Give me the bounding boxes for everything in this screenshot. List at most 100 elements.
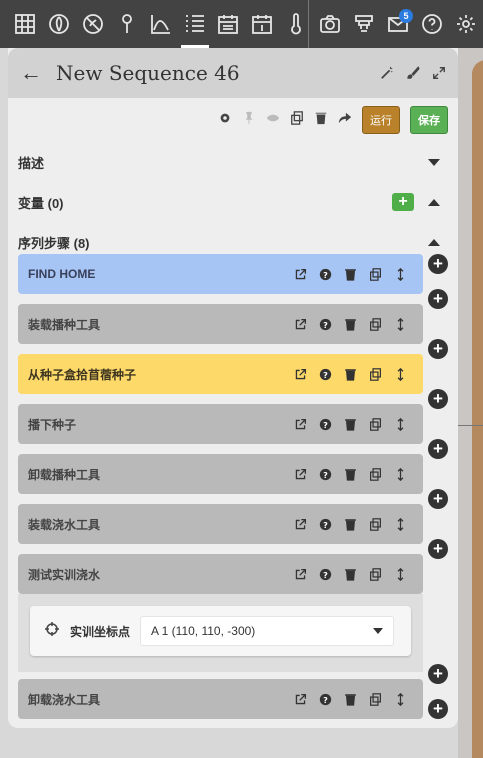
share-icon[interactable] <box>338 111 352 130</box>
chevron-down-icon[interactable] <box>428 158 440 166</box>
description-section[interactable]: 描述 <box>8 142 458 182</box>
sequence-step[interactable]: 装载浇水工具? <box>18 504 423 544</box>
add-step-button[interactable]: + <box>428 339 448 359</box>
duplicate-icon[interactable] <box>368 267 382 281</box>
trash-icon[interactable] <box>343 267 357 281</box>
add-step-button[interactable]: + <box>428 664 448 684</box>
external-link-icon[interactable] <box>293 417 307 431</box>
drag-handle-icon[interactable] <box>393 267 407 281</box>
external-link-icon[interactable] <box>293 567 307 581</box>
settings-gear-icon[interactable] <box>218 111 232 130</box>
help-circle-icon[interactable]: ? <box>318 517 332 531</box>
copy-icon[interactable] <box>290 110 304 130</box>
trash-icon[interactable] <box>343 317 357 331</box>
help-circle-icon[interactable]: ? <box>318 267 332 281</box>
magic-wand-icon[interactable] <box>380 66 394 80</box>
garden-bed <box>472 60 483 758</box>
drag-handle-icon[interactable] <box>393 692 407 706</box>
trash-icon[interactable] <box>343 517 357 531</box>
drag-handle-icon[interactable] <box>393 567 407 581</box>
step-body: 实训坐标点 A 1 (110, 110, -300) <box>18 594 423 672</box>
add-step-button[interactable]: + <box>428 389 448 409</box>
external-link-icon[interactable] <box>293 367 307 381</box>
external-link-icon[interactable] <box>293 517 307 531</box>
eye-slash-icon[interactable] <box>266 111 280 130</box>
nav-photos[interactable] <box>313 0 347 48</box>
nav-points[interactable] <box>110 0 144 48</box>
help-circle-icon[interactable]: ? <box>318 692 332 706</box>
sequence-step[interactable]: 装载播种工具? <box>18 304 423 344</box>
nav-events[interactable] <box>245 0 279 48</box>
help-circle-icon[interactable]: ? <box>318 367 332 381</box>
duplicate-icon[interactable] <box>368 467 382 481</box>
trash-icon[interactable] <box>343 467 357 481</box>
svg-text:?: ? <box>323 469 328 479</box>
add-step-button[interactable]: + <box>428 489 448 509</box>
location-select[interactable]: A 1 (110, 110, -300) <box>140 616 394 646</box>
nav-messages[interactable]: 5 <box>381 0 415 48</box>
nav-curves[interactable] <box>144 0 178 48</box>
drag-handle-icon[interactable] <box>393 317 407 331</box>
page-title[interactable]: New Sequence 46 <box>56 61 380 85</box>
external-link-icon[interactable] <box>293 467 307 481</box>
svg-text:?: ? <box>323 694 328 704</box>
help-circle-icon[interactable]: ? <box>318 467 332 481</box>
nav-sequences[interactable] <box>178 0 212 48</box>
sequence-step[interactable]: 卸载播种工具? <box>18 454 423 494</box>
help-circle-icon[interactable]: ? <box>318 317 332 331</box>
external-link-icon[interactable] <box>293 317 307 331</box>
external-link-icon[interactable] <box>293 267 307 281</box>
nav-regimens[interactable] <box>212 0 246 48</box>
nav-plants[interactable] <box>42 0 76 48</box>
nav-help[interactable] <box>415 0 449 48</box>
trash-icon[interactable] <box>343 692 357 706</box>
help-circle-icon[interactable]: ? <box>318 417 332 431</box>
save-button[interactable]: 保存 <box>410 106 448 134</box>
trash-icon[interactable] <box>343 367 357 381</box>
variables-section[interactable]: 变量 (0) + <box>8 182 458 222</box>
paint-brush-icon[interactable] <box>406 66 420 80</box>
no-weed-icon <box>82 14 103 34</box>
drag-handle-icon[interactable] <box>393 467 407 481</box>
sequence-step[interactable]: 测试实训浇水? <box>18 554 423 594</box>
run-button[interactable]: 运行 <box>362 106 400 134</box>
sequence-step[interactable]: 播下种子? <box>18 404 423 444</box>
sequence-icon <box>185 15 204 32</box>
sequence-step[interactable]: FIND HOME? <box>18 254 423 294</box>
trash-icon[interactable] <box>343 417 357 431</box>
drag-handle-icon[interactable] <box>393 367 407 381</box>
nav-weeds[interactable] <box>76 0 110 48</box>
nav-plants-grid[interactable] <box>8 0 42 48</box>
trash-icon[interactable] <box>314 111 328 130</box>
sequence-step[interactable]: 从种子盒拾苜蓿种子? <box>18 354 423 394</box>
drag-handle-icon[interactable] <box>393 517 407 531</box>
sequence-step[interactable]: 卸载浇水工具? <box>18 679 423 719</box>
add-step-button[interactable]: + <box>428 439 448 459</box>
add-step-button[interactable]: + <box>428 254 448 274</box>
pin-icon[interactable] <box>242 111 256 130</box>
duplicate-icon[interactable] <box>368 417 382 431</box>
nav-tools[interactable] <box>347 0 381 48</box>
help-circle-icon[interactable]: ? <box>318 567 332 581</box>
drag-handle-icon[interactable] <box>393 417 407 431</box>
step-actions: ? <box>293 567 423 581</box>
variable-field-card: 实训坐标点 A 1 (110, 110, -300) <box>30 606 411 656</box>
add-step-button[interactable]: + <box>428 699 448 719</box>
step-actions: ? <box>293 517 423 531</box>
chevron-up-icon[interactable] <box>428 238 440 246</box>
external-link-icon[interactable] <box>293 692 307 706</box>
duplicate-icon[interactable] <box>368 517 382 531</box>
duplicate-icon[interactable] <box>368 567 382 581</box>
duplicate-icon[interactable] <box>368 692 382 706</box>
add-step-button[interactable]: + <box>428 289 448 309</box>
nav-settings[interactable] <box>449 0 483 48</box>
step-label: 测试实训浇水 <box>28 567 101 582</box>
duplicate-icon[interactable] <box>368 317 382 331</box>
trash-icon[interactable] <box>343 567 357 581</box>
add-step-button[interactable]: + <box>428 539 448 559</box>
duplicate-icon[interactable] <box>368 367 382 381</box>
expand-icon[interactable] <box>432 66 446 80</box>
chevron-up-icon[interactable] <box>428 198 440 206</box>
back-arrow-icon[interactable]: ← <box>20 60 42 86</box>
add-variable-button[interactable]: + <box>392 193 414 211</box>
